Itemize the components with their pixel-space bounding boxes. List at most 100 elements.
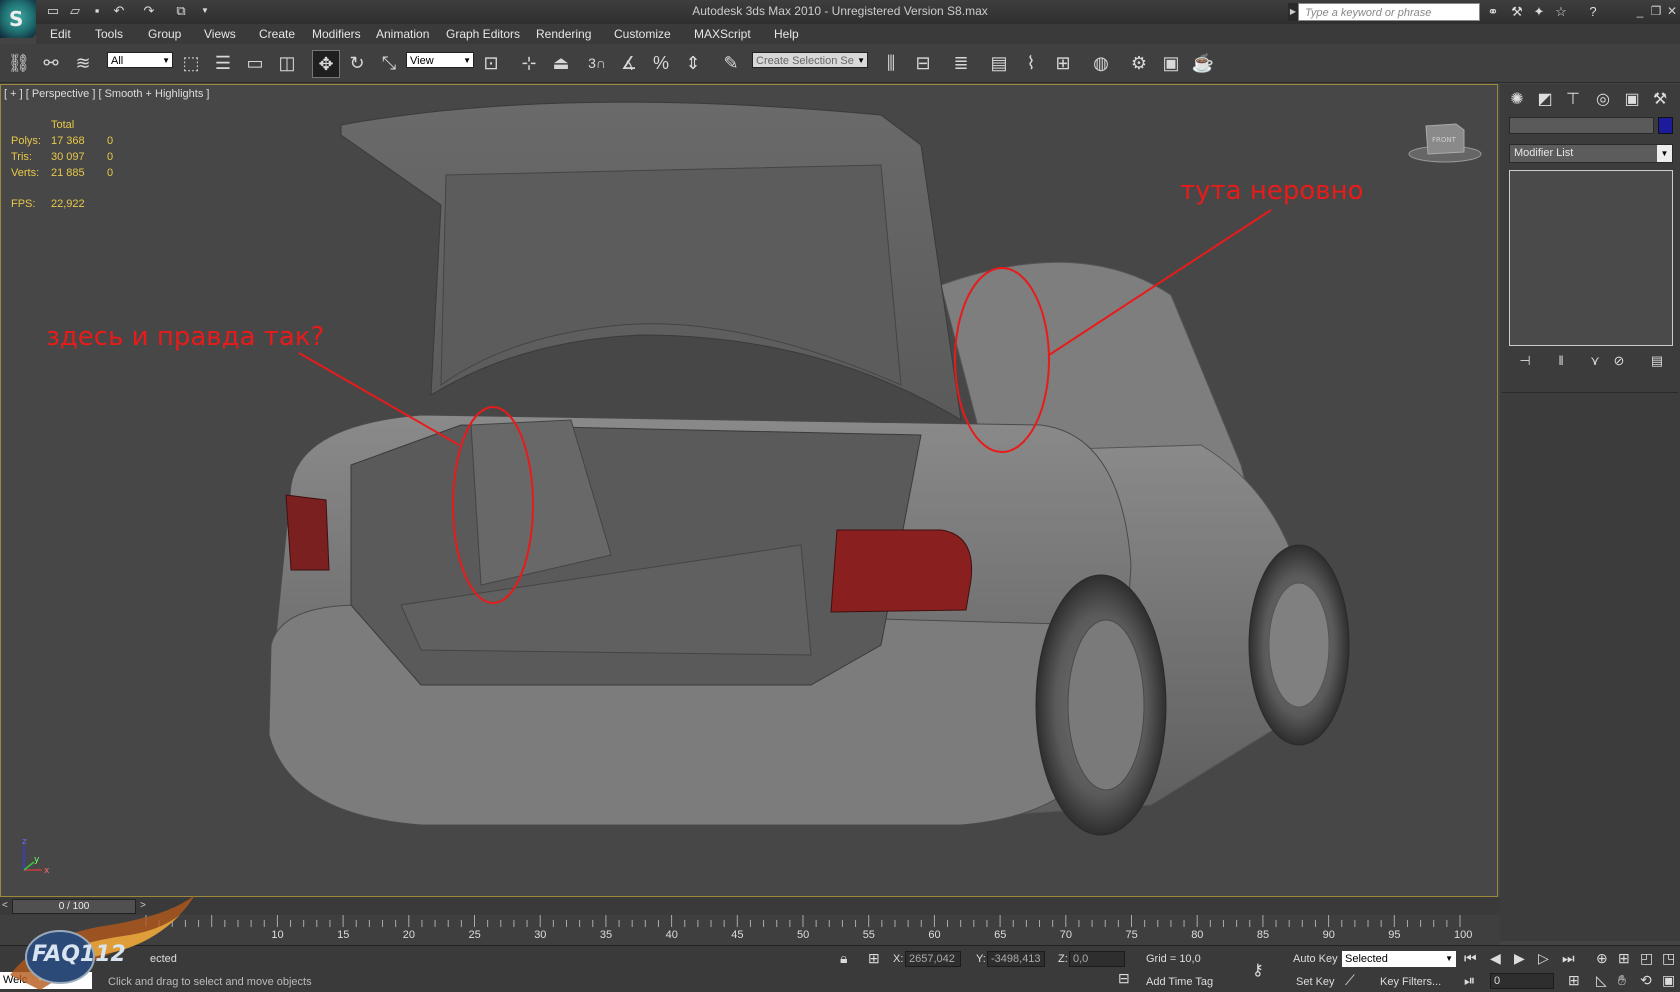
zoom-extents-icon[interactable]: ◰ <box>1640 950 1653 967</box>
go-to-end-icon[interactable]: ⏭ <box>1562 950 1575 967</box>
reference-coordinate-dropdown[interactable]: View ▼ <box>406 52 474 68</box>
unlink-icon[interactable]: ⚯ <box>38 50 64 76</box>
render-setup-icon[interactable]: ⚙ <box>1126 50 1152 76</box>
percent-snap-icon[interactable]: % <box>648 50 674 76</box>
pin-stack-icon[interactable]: ⊣ <box>1514 352 1536 370</box>
quick-access-dropdown-icon[interactable]: ▼ <box>196 3 214 19</box>
display-tab-icon[interactable]: ▣ <box>1619 88 1645 112</box>
key-mode-dropdown[interactable]: Selected ▼ <box>1342 951 1456 967</box>
rectangular-selection-icon[interactable]: ▭ <box>242 50 268 76</box>
maximize-viewport-icon[interactable]: ▣ <box>1662 972 1675 989</box>
make-unique-icon[interactable]: ⋎ <box>1584 352 1606 370</box>
menu-views[interactable]: Views <box>204 27 236 41</box>
time-configuration-icon[interactable]: ⊞ <box>1568 972 1580 989</box>
app-logo-icon[interactable]: S <box>0 0 36 38</box>
select-by-name-icon[interactable]: ☰ <box>210 50 236 76</box>
open-file-icon[interactable]: ▱ <box>66 3 84 19</box>
project-folder-icon[interactable]: ⧉ <box>172 3 190 19</box>
x-coordinate-field[interactable]: 2657,042 <box>905 951 961 967</box>
redo-icon[interactable]: ↷ <box>140 3 158 19</box>
select-and-scale-icon[interactable]: ⤡ <box>376 50 402 76</box>
menu-customize[interactable]: Customize <box>614 27 671 41</box>
help-icon[interactable]: ? <box>1584 3 1602 21</box>
restore-icon[interactable]: ❐ <box>1648 3 1664 19</box>
modifier-stack[interactable] <box>1509 170 1673 346</box>
modify-tab-icon[interactable]: ◩ <box>1532 88 1558 112</box>
auto-key-button[interactable]: Auto Key <box>1293 953 1338 965</box>
pan-icon[interactable]: ✋︎ <box>1618 972 1626 989</box>
key-tangent-icon[interactable]: ⟋ <box>1345 972 1355 989</box>
close-icon[interactable]: ✕ <box>1664 3 1680 19</box>
go-to-start-icon[interactable]: ⏮ <box>1464 950 1477 967</box>
current-frame-field[interactable]: 0 <box>1490 973 1554 989</box>
menu-create[interactable]: Create <box>259 27 295 41</box>
spinner-snap-icon[interactable]: ⇕ <box>680 50 706 76</box>
zoom-icon[interactable]: ⊕ <box>1596 950 1608 967</box>
time-tag-icon[interactable]: ⊟ <box>1118 970 1130 987</box>
material-editor-icon[interactable]: ◍ <box>1088 50 1114 76</box>
menu-maxscript[interactable]: MAXScript <box>694 27 751 41</box>
named-selection-set-dropdown[interactable]: Create Selection Se ▼ <box>752 52 868 68</box>
time-slider[interactable] <box>0 897 1500 915</box>
selection-filter-dropdown[interactable]: All ▼ <box>107 52 173 68</box>
binoculars-icon[interactable]: ⚭ <box>1484 3 1502 21</box>
menu-animation[interactable]: Animation <box>376 27 429 41</box>
communication-icon[interactable]: ✦ <box>1530 3 1548 21</box>
angle-snap-icon[interactable]: ∡ <box>616 50 642 76</box>
viewcube-icon[interactable]: FRONT <box>1408 118 1482 166</box>
edit-named-selection-icon[interactable]: ✎ <box>718 50 744 76</box>
configure-modifier-sets-icon[interactable]: ▤ <box>1646 352 1668 370</box>
mirror-icon[interactable]: ⫼ <box>878 50 904 76</box>
field-of-view-icon[interactable]: ◺ <box>1596 972 1607 989</box>
pivot-center-icon[interactable]: ⊡ <box>478 50 504 76</box>
key-filters-button[interactable]: Key Filters... <box>1380 976 1441 988</box>
motion-tab-icon[interactable]: ◎ <box>1590 88 1616 112</box>
render-production-icon[interactable]: ☕ <box>1190 50 1216 76</box>
absolute-mode-icon[interactable]: ⊞ <box>868 950 880 967</box>
select-and-rotate-icon[interactable]: ↻ <box>344 50 370 76</box>
create-tab-icon[interactable]: ✺ <box>1504 88 1530 112</box>
search-input[interactable]: Type a keyword or phrase <box>1298 3 1480 21</box>
set-key-button[interactable]: Set Key <box>1296 976 1335 988</box>
minimize-icon[interactable]: _ <box>1632 3 1648 19</box>
menu-tools[interactable]: Tools <box>95 27 123 41</box>
menu-modifiers[interactable]: Modifiers <box>312 27 361 41</box>
show-end-result-icon[interactable]: ‖ <box>1550 352 1572 370</box>
window-crossing-icon[interactable]: ◫ <box>274 50 300 76</box>
hierarchy-tab-icon[interactable]: ⊤ <box>1560 88 1586 112</box>
add-time-tag-button[interactable]: Add Time Tag <box>1146 976 1213 988</box>
favorites-icon[interactable]: ☆ <box>1552 3 1570 21</box>
set-key-icon[interactable]: ⚷ <box>1252 960 1264 980</box>
object-color-swatch[interactable] <box>1658 117 1673 134</box>
zoom-all-icon[interactable]: ⊞ <box>1618 950 1630 967</box>
menu-edit[interactable]: Edit <box>50 27 71 41</box>
keyboard-shortcut-override-icon[interactable]: ⏏ <box>548 50 574 76</box>
select-and-move-icon[interactable]: ✥ <box>312 50 340 78</box>
y-coordinate-field[interactable]: -3498,413 <box>987 951 1045 967</box>
new-file-icon[interactable]: ▭ <box>44 3 62 19</box>
z-coordinate-field[interactable]: 0,0 <box>1069 951 1125 967</box>
bind-space-warp-icon[interactable]: ≋ <box>70 50 96 76</box>
utilities-tab-icon[interactable]: ⚒ <box>1647 88 1673 112</box>
select-manipulate-icon[interactable]: ⊹ <box>516 50 542 76</box>
menu-graph-editors[interactable]: Graph Editors <box>446 27 520 41</box>
object-name-field[interactable] <box>1509 117 1654 134</box>
rendered-frame-window-icon[interactable]: ▣ <box>1158 50 1184 76</box>
zoom-extents-all-icon[interactable]: ◳ <box>1662 950 1675 967</box>
curve-editor-icon[interactable]: ⌇ <box>1018 50 1044 76</box>
modifier-list-dropdown[interactable]: Modifier List ▼ <box>1509 144 1673 163</box>
link-icon[interactable]: ⛓ <box>6 50 32 76</box>
align-icon[interactable]: ⊟ <box>910 50 936 76</box>
menu-rendering[interactable]: Rendering <box>536 27 591 41</box>
save-file-icon[interactable]: ▪ <box>88 3 106 19</box>
schematic-view-icon[interactable]: ⊞ <box>1050 50 1076 76</box>
orbit-icon[interactable]: ⟲ <box>1640 972 1652 989</box>
search-expand-icon[interactable]: ▶ <box>1288 3 1298 21</box>
menu-help[interactable]: Help <box>774 27 799 41</box>
select-object-icon[interactable]: ⬚ <box>178 50 204 76</box>
menu-group[interactable]: Group <box>148 27 181 41</box>
subscription-icon[interactable]: ⚒ <box>1508 3 1526 21</box>
next-frame-icon[interactable]: ▷ <box>1538 950 1549 967</box>
snaps-toggle-icon[interactable]: 3∩ <box>584 50 610 76</box>
viewport-label[interactable]: [ + ] [ Perspective ] [ Smooth + Highlig… <box>4 88 209 100</box>
